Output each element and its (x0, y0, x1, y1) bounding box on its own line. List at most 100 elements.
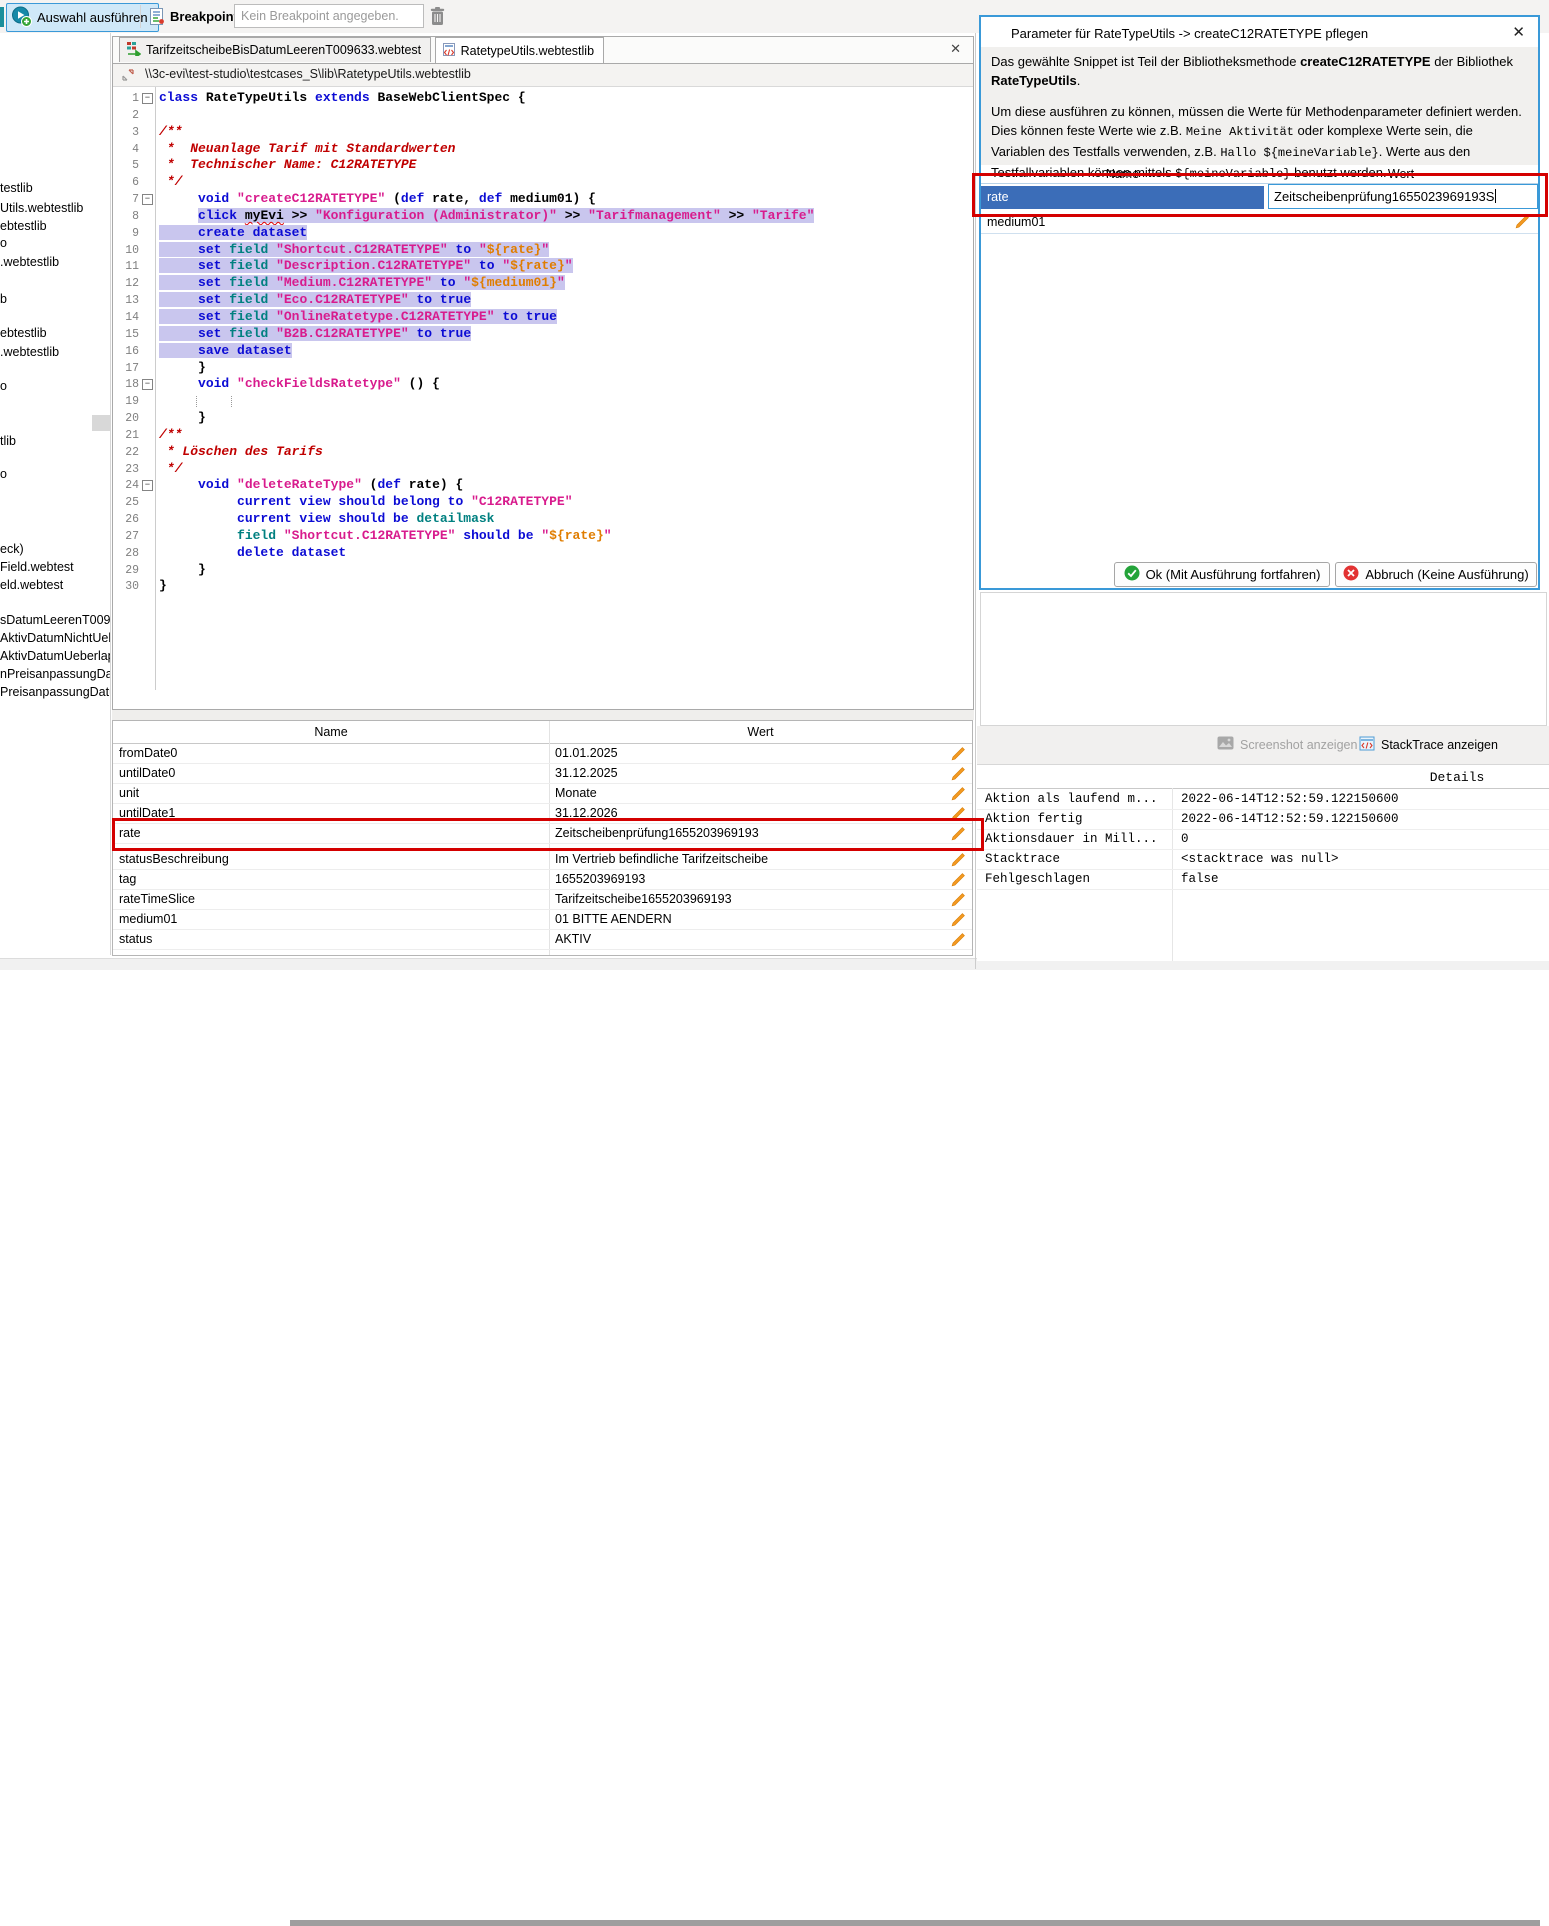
tree-item-fragment[interactable]: Field.webtest (0, 559, 74, 575)
ok-button[interactable]: Ok (Mit Ausführung fortfahren) (1114, 562, 1330, 587)
parameter-row-untilDate0[interactable]: untilDate031.12.2025 (113, 763, 972, 784)
code-line[interactable]: 9 create dataset (113, 225, 973, 242)
code-editor[interactable]: 1−class RateTypeUtils extends BaseWebCli… (113, 87, 973, 690)
dialog-info-line: Dies können feste Werte wie z.B. Meine A… (991, 121, 1528, 142)
tree-item-fragment[interactable]: sDatumLeerenT0096: (0, 612, 110, 628)
path-expand-icon[interactable] (121, 68, 135, 85)
tree-item-fragment[interactable]: .webtestlib (0, 344, 59, 360)
show-stacktrace-button[interactable]: StackTrace anzeigen (1359, 736, 1498, 754)
fold-collapse-icon[interactable]: − (142, 379, 153, 390)
fold-collapse-icon[interactable]: − (142, 480, 153, 491)
edit-pencil-icon[interactable] (951, 852, 966, 867)
parameter-row-untilDate1[interactable]: untilDate131.12.2026 (113, 803, 972, 824)
code-line[interactable]: 27 field "Shortcut.C12RATETYPE" should b… (113, 528, 973, 545)
tree-item-fragment[interactable]: eld.webtest (0, 577, 63, 593)
parameter-row-fromDate0[interactable]: fromDate001.01.2025 (113, 743, 972, 764)
code-line[interactable]: 15 set field "B2B.C12RATETYPE" to true (113, 326, 973, 343)
tree-item-fragment[interactable]: eck) (0, 541, 24, 557)
fold-collapse-icon[interactable]: − (142, 194, 153, 205)
show-screenshot-button[interactable]: Screenshot anzeigen (1217, 736, 1357, 753)
code-line[interactable]: 29 } (113, 562, 973, 579)
parameter-row-unit[interactable]: unitMonate (113, 783, 972, 804)
edit-pencil-icon[interactable] (951, 786, 966, 801)
cancel-button[interactable]: Abbruch (Keine Ausführung) (1335, 562, 1537, 587)
code-line[interactable]: 22 * Löschen des Tarifs (113, 444, 973, 461)
dialog-rate-value-input[interactable]: Zeitscheibenprüfung1655023969193S (1268, 184, 1538, 209)
code-line[interactable]: 2 (113, 107, 973, 124)
tree-item-fragment[interactable]: PreisanpassungDatur (0, 684, 110, 700)
code-line[interactable]: 10 set field "Shortcut.C12RATETYPE" to "… (113, 242, 973, 259)
parameter-value: Tarifzeitscheibe1655203969193 (555, 892, 732, 906)
tab-webtestlib-active[interactable]: RatetypeUtils.webtestlib (435, 37, 604, 63)
tree-item-fragment[interactable]: o (0, 466, 7, 482)
code-line[interactable]: 4 * Neuanlage Tarif mit Standardwerten (113, 141, 973, 158)
code-line[interactable]: 20 } (113, 410, 973, 427)
tree-item-fragment[interactable]: ebtestlib (0, 325, 47, 341)
parameter-row-medium01[interactable]: medium0101 BITTE AENDERN (113, 909, 972, 930)
code-line[interactable]: 14 set field "OnlineRatetype.C12RATETYPE… (113, 309, 973, 326)
editor-panel: TarifzeitscheibeBisDatumLeerenT009633.we… (112, 36, 974, 710)
tree-selected-item-fragment[interactable] (92, 415, 110, 431)
edit-pencil-icon[interactable] (951, 872, 966, 887)
tree-item-fragment[interactable]: Utils.webtestlib (0, 200, 83, 216)
code-line[interactable]: 18− void "checkFieldsRatetype" () { (113, 376, 973, 393)
code-line[interactable]: 17 } (113, 360, 973, 377)
tree-item-fragment[interactable]: AktivDatumNichtUeb (0, 630, 110, 646)
dialog-medium01-name-cell[interactable]: medium01 (987, 215, 1045, 229)
parameter-value: 01.01.2025 (555, 746, 618, 760)
code-line[interactable]: 21/** (113, 427, 973, 444)
edit-pencil-icon[interactable] (951, 766, 966, 781)
tree-item-fragment[interactable]: tlib (0, 433, 16, 449)
dialog-row-rate[interactable]: rate Zeitscheibenprüfung1655023969193S (981, 184, 1538, 211)
edit-pencil-icon[interactable] (951, 932, 966, 947)
close-icon[interactable]: ✕ (950, 41, 961, 57)
run-selection-button[interactable]: Auswahl ausführen (6, 3, 159, 32)
tree-item-fragment[interactable]: AktivDatumUeberlap (0, 648, 110, 664)
code-line[interactable]: 25 current view should belong to "C12RAT… (113, 494, 973, 511)
code-line[interactable]: 16 save dataset (113, 343, 973, 360)
parameter-row-tag[interactable]: tag1655203969193 (113, 869, 972, 890)
code-line[interactable]: 3/** (113, 124, 973, 141)
code-line[interactable]: 19 (113, 393, 973, 410)
parameter-row-status[interactable]: statusAKTIV (113, 929, 972, 950)
code-line[interactable]: 8 click myEvi >> "Konfiguration (Adminis… (113, 208, 973, 225)
fold-collapse-icon[interactable]: − (142, 93, 153, 104)
trash-icon[interactable] (429, 6, 446, 30)
horizontal-scrollbar-thumb[interactable] (290, 1920, 1540, 1926)
parameter-row-rateTimeSlice[interactable]: rateTimeSliceTarifzeitscheibe16552039691… (113, 889, 972, 910)
code-line[interactable]: 5 * Technischer Name: C12RATETYPE (113, 157, 973, 174)
tree-item-fragment[interactable]: .webtestlib (0, 254, 59, 270)
edit-pencil-icon[interactable] (951, 912, 966, 927)
edit-pencil-icon[interactable] (951, 826, 966, 841)
code-line[interactable]: 6 */ (113, 174, 973, 191)
tree-item-fragment[interactable]: ebtestlib (0, 218, 47, 234)
code-line[interactable]: 13 set field "Eco.C12RATETYPE" to true (113, 292, 973, 309)
code-line[interactable]: 28 delete dataset (113, 545, 973, 562)
dialog-row-medium01[interactable]: medium01 (981, 213, 1538, 234)
code-line[interactable]: 11 set field "Description.C12RATETYPE" t… (113, 258, 973, 275)
tree-item-fragment[interactable]: o (0, 235, 7, 251)
parameter-row-rate[interactable]: rateZeitscheibenprüfung1655203969193 (113, 823, 972, 844)
tab-webtest[interactable]: TarifzeitscheibeBisDatumLeerenT009633.we… (119, 37, 431, 62)
code-line[interactable]: 7− void "createC12RATETYPE" (def rate, d… (113, 191, 973, 208)
breakpoint-input[interactable]: Kein Breakpoint angegeben. (234, 4, 424, 28)
code-line[interactable]: 1−class RateTypeUtils extends BaseWebCli… (113, 90, 973, 107)
edit-pencil-icon[interactable] (951, 746, 966, 761)
close-icon[interactable]: ✕ (1512, 23, 1525, 41)
code-line[interactable]: 23 */ (113, 461, 973, 478)
project-tree-sidebar[interactable]: testlibUtils.webtestlibebtestlibo.webtes… (0, 33, 110, 955)
code-line[interactable]: 30} (113, 578, 973, 595)
parameters-table: Name Wert fromDate001.01.2025untilDate03… (112, 720, 973, 956)
tree-item-fragment[interactable]: b (0, 291, 7, 307)
dialog-rate-name-cell[interactable]: rate (981, 186, 1264, 209)
parameter-row-statusBeschreibung[interactable]: statusBeschreibungIm Vertrieb befindlich… (113, 849, 972, 870)
edit-pencil-icon[interactable] (951, 892, 966, 907)
code-line[interactable]: 26 current view should be detailmask (113, 511, 973, 528)
edit-pencil-icon[interactable] (1515, 214, 1530, 232)
tree-item-fragment[interactable]: o (0, 378, 7, 394)
code-line[interactable]: 24− void "deleteRateType" (def rate) { (113, 477, 973, 494)
code-line[interactable]: 12 set field "Medium.C12RATETYPE" to "${… (113, 275, 973, 292)
tree-item-fragment[interactable]: nPreisanpassungDat (0, 666, 110, 682)
edit-pencil-icon[interactable] (951, 806, 966, 821)
tree-item-fragment[interactable]: testlib (0, 180, 33, 196)
